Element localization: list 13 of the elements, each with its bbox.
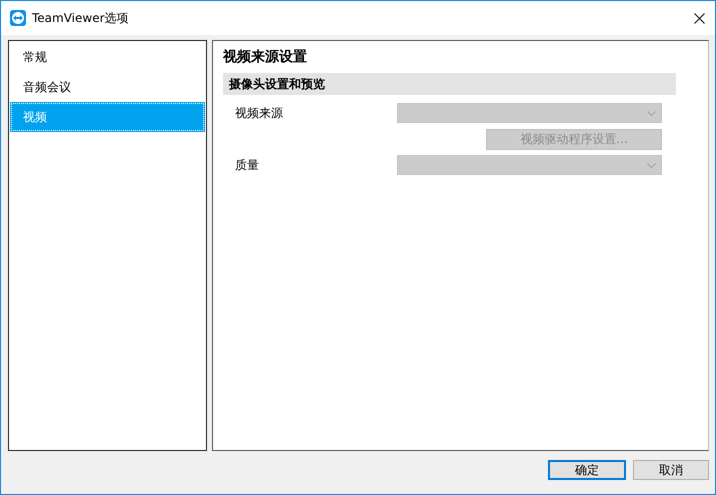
chevron-down-icon <box>647 162 656 168</box>
app-icon <box>10 10 26 26</box>
sidebar-item[interactable]: 音频会议 <box>10 72 205 102</box>
dialog-button[interactable]: 取消 <box>633 460 709 480</box>
window-title: TeamViewer选项 <box>32 10 130 26</box>
panel-title: 视频来源设置 <box>223 48 307 67</box>
close-icon[interactable] <box>694 12 705 24</box>
sidebar-item[interactable]: 常规 <box>10 42 205 72</box>
chevron-down-icon <box>647 110 656 116</box>
section-header: 摄像头设置和预览 <box>223 73 676 95</box>
field-label: 质量 <box>235 156 260 174</box>
field-label: 视频来源 <box>235 104 284 122</box>
dialog-button[interactable]: 确定 <box>548 460 626 480</box>
